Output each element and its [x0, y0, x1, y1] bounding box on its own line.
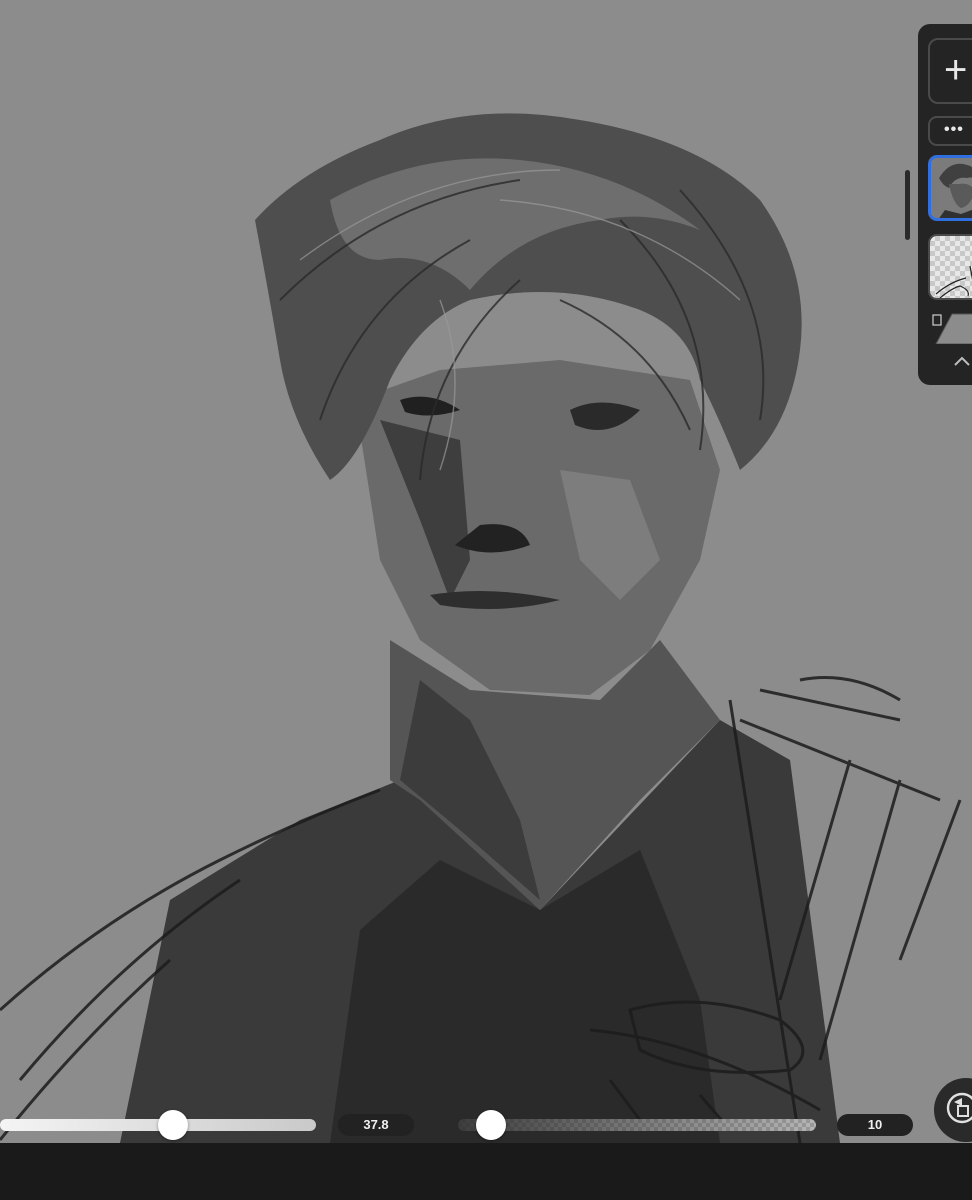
brush-size-knob[interactable]	[158, 1110, 188, 1140]
brush-size-value: 37.8	[338, 1114, 414, 1136]
background-color-layer[interactable]	[928, 310, 972, 348]
ellipsis-icon: •••	[944, 121, 964, 138]
portrait-layer-thumbnail	[931, 158, 972, 218]
rotate-icon	[946, 1092, 972, 1124]
brush-opacity-value: 10	[837, 1114, 913, 1136]
portrait-artwork	[0, 113, 962, 1143]
add-layer-button[interactable]: +	[928, 38, 972, 104]
bottom-bar	[0, 1143, 972, 1200]
background-swatch	[935, 313, 972, 344]
brush-opacity-slider[interactable]	[458, 1119, 816, 1131]
brush-opacity-knob[interactable]	[476, 1110, 506, 1140]
chevron-up-icon[interactable]	[952, 353, 972, 369]
layer-thumbnail-sketch[interactable]	[928, 234, 972, 300]
sketch-layer-thumbnail	[935, 265, 972, 298]
layer-thumbnail-portrait[interactable]	[928, 155, 972, 221]
layers-scroll-handle[interactable]	[905, 170, 910, 240]
plus-icon: +	[944, 48, 968, 92]
more-options-button[interactable]: •••	[928, 116, 972, 146]
drawing-canvas[interactable]	[0, 0, 972, 1143]
